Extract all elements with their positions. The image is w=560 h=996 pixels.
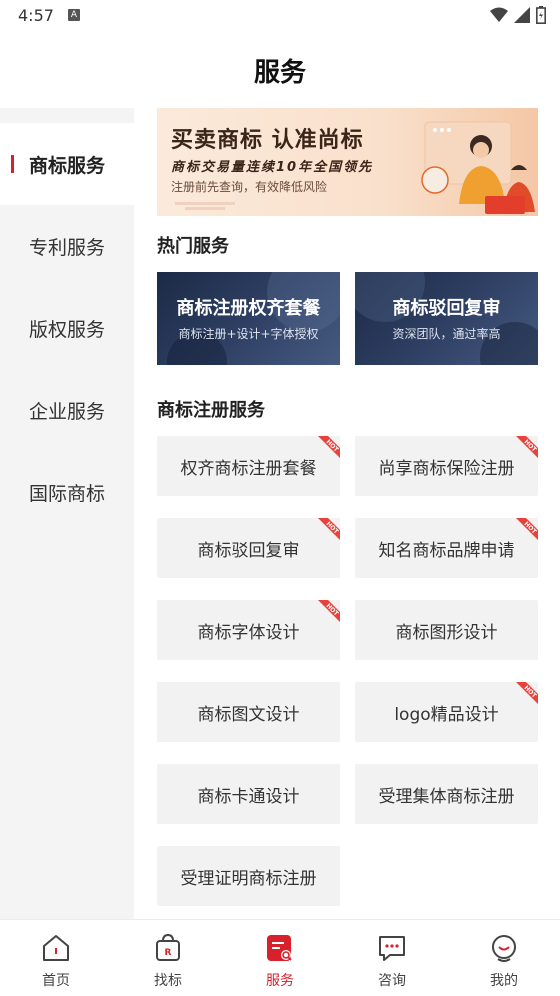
service-button-label: 商标字体设计	[197, 622, 300, 643]
hot-badge-icon: HOT	[318, 518, 340, 540]
service-button-label: 商标图文设计	[197, 704, 300, 725]
tab-label: 服务	[266, 973, 294, 989]
hot-card-trademark-package[interactable]: 商标注册权齐套餐 商标注册+设计+字体授权	[157, 272, 340, 365]
service-button[interactable]: 尚享商标保险注册 HOT	[355, 436, 538, 496]
sidebar-item-label: 企业服务	[28, 400, 105, 423]
service-button[interactable]: 知名商标品牌申请 HOT	[355, 518, 538, 578]
service-button[interactable]: 受理证明商标注册	[157, 846, 340, 906]
promo-banner[interactable]: 买卖商标 认准尚标 商标交易量连续10年全国领先 注册前先查询，有效降低风险	[157, 108, 538, 216]
service-button-label: 受理证明商标注册	[180, 868, 317, 889]
service-button-label: 商标卡通设计	[197, 786, 300, 807]
tab-label: 找标	[154, 973, 182, 989]
hot-card-title: 商标注册权齐套餐	[176, 298, 321, 319]
service-button[interactable]: 商标图形设计	[355, 600, 538, 660]
service-button[interactable]: 商标图文设计	[157, 682, 340, 742]
tab-label: 我的	[490, 973, 518, 989]
home-icon	[43, 935, 69, 961]
service-button[interactable]: 商标字体设计 HOT	[157, 600, 340, 660]
banner-decoration	[175, 202, 235, 210]
sidebar-item-copyright[interactable]: 版权服务	[0, 287, 134, 369]
status-time: 4:57	[18, 6, 54, 25]
hot-card-rejection-review[interactable]: 商标驳回复审 资深团队，通过率高	[355, 272, 538, 365]
registration-services-title: 商标注册服务	[157, 400, 265, 421]
banner-illustration	[421, 121, 535, 214]
service-button-label: logo精品设计	[394, 704, 499, 725]
bag-icon: R	[156, 933, 180, 961]
service-button-label: 商标驳回复审	[197, 540, 300, 561]
hot-badge-icon: HOT	[318, 600, 340, 622]
hot-card-subtitle: 商标注册+设计+字体授权	[178, 327, 319, 341]
svg-text:R: R	[165, 948, 172, 958]
sidebar: 商标服务 专利服务 版权服务 企业服务 国际商标	[0, 108, 134, 919]
tab-home[interactable]: 首页	[0, 920, 112, 996]
hot-badge-icon: HOT	[516, 436, 538, 458]
tab-consult[interactable]: 咨询	[336, 920, 448, 996]
sidebar-item-enterprise[interactable]: 企业服务	[0, 369, 134, 451]
hot-badge-icon: HOT	[516, 518, 538, 540]
sidebar-item-label: 专利服务	[28, 236, 105, 259]
signal-icon	[514, 7, 530, 23]
status-icons	[490, 6, 546, 24]
tab-label: 咨询	[378, 973, 406, 989]
page-title: 服务	[253, 58, 306, 88]
service-button[interactable]: logo精品设计 HOT	[355, 682, 538, 742]
profile-icon	[492, 935, 516, 962]
service-button-label: 知名商标品牌申请	[378, 540, 515, 561]
wifi-icon	[490, 7, 508, 22]
banner-title: 买卖商标 认准尚标	[171, 128, 364, 153]
service-button-label: 受理集体商标注册	[378, 786, 515, 807]
tab-services[interactable]: 服务	[224, 920, 336, 996]
sidebar-item-label: 商标服务	[28, 154, 105, 177]
service-button[interactable]: 权齐商标注册套餐 HOT	[157, 436, 340, 496]
tab-profile[interactable]: 我的	[448, 920, 560, 996]
service-button-label: 权齐商标注册套餐	[180, 458, 317, 479]
sidebar-item-patent[interactable]: 专利服务	[0, 205, 134, 287]
banner-subtitle: 商标交易量连续10年全国领先	[171, 160, 374, 175]
status-bar: 4:57 A	[0, 0, 560, 32]
hot-badge-icon: HOT	[318, 436, 340, 458]
notification-icon: A	[68, 9, 80, 21]
service-button[interactable]: 商标驳回复审 HOT	[157, 518, 340, 578]
hot-card-title: 商标驳回复审	[392, 298, 501, 319]
hot-services-title: 热门服务	[157, 236, 229, 257]
bottom-tab-bar: 首页 R 找标 服务 咨询 我的	[0, 919, 560, 995]
banner-note: 注册前先查询，有效降低风险	[171, 180, 328, 194]
tab-find-trademark[interactable]: R 找标	[112, 920, 224, 996]
chat-icon	[379, 936, 405, 961]
sidebar-item-label: 版权服务	[28, 318, 105, 341]
sidebar-item-label: 国际商标	[28, 482, 105, 505]
sidebar-item-trademark[interactable]: 商标服务	[0, 123, 134, 205]
service-button[interactable]: 受理集体商标注册	[355, 764, 538, 824]
battery-icon	[536, 6, 546, 24]
hot-badge-icon: HOT	[516, 682, 538, 704]
service-button-label: 尚享商标保险注册	[378, 458, 515, 479]
sidebar-item-international[interactable]: 国际商标	[0, 451, 134, 533]
hot-card-subtitle: 资深团队，通过率高	[392, 327, 501, 341]
service-icon	[267, 935, 292, 961]
tab-label: 首页	[42, 973, 70, 989]
service-button-label: 商标图形设计	[395, 622, 498, 643]
service-button[interactable]: 商标卡通设计	[157, 764, 340, 824]
